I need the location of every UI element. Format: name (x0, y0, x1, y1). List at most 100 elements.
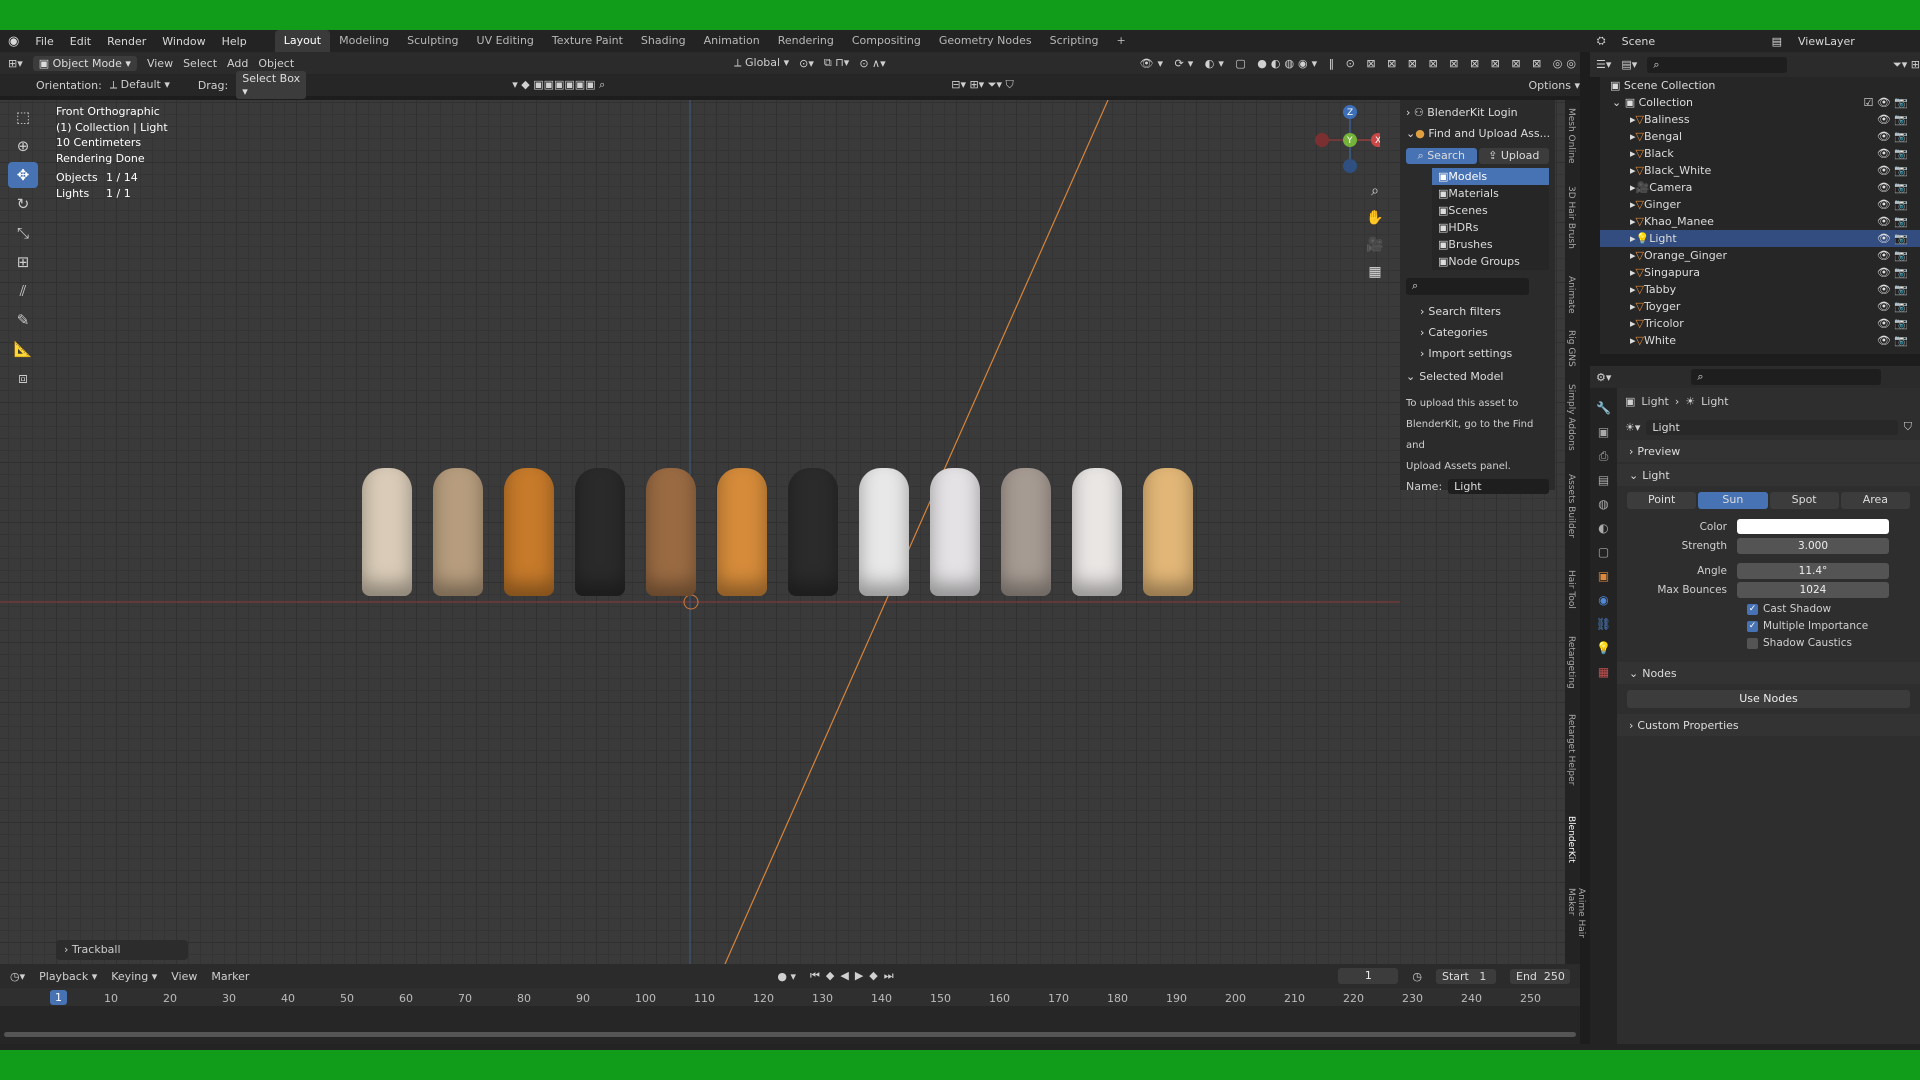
outliner-item-tabby[interactable]: ▸ ▽ Tabby 👁 📷 (1600, 281, 1920, 298)
tab-sculpting[interactable]: Sculpting (398, 30, 467, 52)
render-tab-icon[interactable]: ▣ (1590, 420, 1617, 444)
breadcrumb-object[interactable]: Light (1641, 395, 1668, 408)
visibility-icons[interactable]: 👁 📷 (1877, 317, 1908, 330)
select-mode-icons[interactable]: ▾ ◆ ▣▣▣▣▣▣ ⌕ (512, 78, 605, 92)
cat-model-baliness[interactable] (362, 468, 412, 596)
outliner-item-white[interactable]: ▸ ▽ White 👁 📷 (1600, 332, 1920, 349)
sun-datablock-icon[interactable]: ☀▾ (1625, 421, 1640, 434)
menu-edit[interactable]: Edit (62, 35, 99, 48)
collection-row[interactable]: ⌄ ▣ Collection ☑ 👁 📷 (1600, 94, 1920, 111)
cat-model-white[interactable] (1143, 468, 1193, 596)
menu-help[interactable]: Help (214, 35, 255, 48)
visibility-icons[interactable]: 👁 📷 (1877, 300, 1908, 313)
cat-model-black-white[interactable] (575, 468, 625, 596)
texture-tab-icon[interactable]: ▦ (1590, 660, 1617, 684)
upload-tab[interactable]: ⇪ Upload (1478, 148, 1549, 164)
zoom-icon[interactable]: ⌕ (1364, 178, 1386, 205)
max-bounces-field[interactable]: 1024 (1737, 581, 1889, 598)
annotate-icon[interactable]: ✎ (8, 307, 38, 333)
cat-model-khao-manee[interactable] (717, 468, 767, 596)
strength-field[interactable]: 3.000 (1737, 537, 1889, 554)
use-nodes-button[interactable]: Use Nodes (1627, 690, 1910, 708)
blenderkit-login-row[interactable]: › ⚇ BlenderKit Login (1400, 102, 1555, 123)
search-filters-row[interactable]: › Search filters (1400, 301, 1555, 322)
blender-logo-icon[interactable]: ◉ (0, 34, 27, 49)
tab-animation[interactable]: Animation (695, 30, 769, 52)
visibility-icons[interactable]: 👁 📷 (1877, 215, 1908, 228)
fake-user-icon[interactable]: ⛉ (1904, 420, 1912, 434)
outliner-item-tricolor[interactable]: ▸ ▽ Tricolor 👁 📷 (1600, 315, 1920, 332)
tab-scripting[interactable]: Scripting (1041, 30, 1108, 52)
sidebar-tab-retarget-helper[interactable]: Retarget Helper (1566, 714, 1576, 785)
start-frame-field[interactable]: Start 1 (1436, 968, 1496, 984)
display-mode-icon[interactable]: ▤▾ (1621, 58, 1637, 71)
shadow-caustics-checkbox[interactable]: Shadow Caustics (1747, 635, 1910, 652)
category-hdrs[interactable]: ▣ HDRs (1432, 219, 1549, 236)
light-section[interactable]: ⌄ Light (1617, 464, 1920, 486)
visibility-icons[interactable]: 👁 📷 (1877, 164, 1908, 177)
cat-model-black[interactable] (504, 468, 554, 596)
sidebar-tab-3d-hair-brush[interactable]: 3D Hair Brush (1566, 186, 1576, 249)
rotate-icon[interactable]: ↻ (8, 191, 38, 217)
viewport-menu-select[interactable]: Select (183, 57, 217, 70)
tool-tab-icon[interactable]: 🔧 (1590, 396, 1617, 420)
cat-model-orange-ginger[interactable] (788, 468, 838, 596)
viewport-gizmo-icons[interactable]: 👁▾ ⟳▾ ◐▾ ▢ ●◐◍◉▾ ‖ ⊙ ⊠ ⊠ ⊠ ⊠ ⊠ ⊠ ⊠ ⊠ ⊠ ◎… (1140, 57, 1580, 70)
visibility-icons[interactable]: 👁 📷 (1877, 198, 1908, 211)
timeline-view-menu[interactable]: View (171, 970, 197, 983)
find-upload-row[interactable]: ⌄ ● Find and Upload Ass... (1400, 123, 1555, 144)
outliner-item-orange-ginger[interactable]: ▸ ▽ Orange_Ginger 👁 📷 (1600, 247, 1920, 264)
visibility-icons[interactable]: 👁 📷 (1877, 232, 1908, 245)
scale-icon[interactable]: ⤡ (8, 220, 38, 246)
cat-model-tricolor[interactable] (1072, 468, 1122, 596)
sidebar-tab-blenderkit[interactable]: BlenderKit (1566, 816, 1576, 863)
outliner-search-input[interactable]: ⌕ (1647, 56, 1788, 73)
transform-orientation-dropdown[interactable]: ⟂ Global ▾ (734, 56, 789, 70)
cat-model-bengal[interactable] (433, 468, 483, 596)
visibility-icons[interactable]: 👁 📷 (1877, 181, 1908, 194)
annotate-line-icon[interactable]: ⫽ (8, 278, 38, 304)
sidebar-tab-assets-builder[interactable]: Assets Builder (1566, 474, 1576, 538)
mode-dropdown[interactable]: ▣ Object Mode ▾ (32, 55, 137, 71)
breadcrumb-data[interactable]: Light (1701, 395, 1728, 408)
nodes-section[interactable]: ⌄ Nodes (1617, 662, 1920, 684)
collection-tab-icon[interactable]: ▢ (1590, 540, 1617, 564)
angle-field[interactable]: 11.4° (1737, 562, 1889, 579)
current-frame-field[interactable]: 1 (1338, 968, 1399, 984)
timeline-editor-icon[interactable]: ◷▾ (10, 970, 25, 983)
cast-shadow-checkbox[interactable]: ✓ Cast Shadow (1747, 601, 1910, 618)
drag-dropdown[interactable]: Select Box ▾ (236, 71, 307, 99)
snap-icon[interactable]: ⧉ ⊓▾ (824, 56, 849, 70)
options-dropdown[interactable]: Options ▾ (1529, 79, 1580, 92)
sidebar-tab-rig-gns[interactable]: Rig GNS (1566, 330, 1576, 367)
visibility-icons[interactable]: 👁 📷 (1877, 283, 1908, 296)
tab-layout[interactable]: Layout (274, 30, 331, 52)
world-tab-icon[interactable]: ◐ (1590, 516, 1617, 540)
outliner-item-baliness[interactable]: ▸ ▽ Baliness 👁 📷 (1600, 111, 1920, 128)
pivot-icon[interactable]: ⊙▾ (799, 57, 814, 70)
object-tab-icon[interactable]: ▣ (1590, 564, 1617, 588)
keying-menu[interactable]: Keying ▾ (111, 970, 157, 983)
outliner-editor-icon[interactable]: ☰▾ (1596, 58, 1611, 71)
visibility-icons[interactable]: 👁 📷 (1877, 334, 1908, 347)
category-models[interactable]: ▣ Models (1432, 168, 1549, 185)
camera-view-icon[interactable]: 🎥 (1364, 232, 1386, 259)
playback-menu[interactable]: Playback ▾ (39, 970, 97, 983)
outliner-item-singapura[interactable]: ▸ ▽ Singapura 👁 📷 (1600, 264, 1920, 281)
light-type-point[interactable]: Point (1627, 492, 1697, 509)
outliner-item-toyger[interactable]: ▸ ▽ Toyger 👁 📷 (1600, 298, 1920, 315)
category-materials[interactable]: ▣ Materials (1432, 185, 1549, 202)
sidebar-tab-retargeting[interactable]: Retargeting (1566, 636, 1576, 689)
sidebar-tab-anime-hair-maker[interactable]: Anime Hair Maker (1566, 888, 1586, 964)
visibility-icons[interactable]: 👁 📷 (1877, 113, 1908, 126)
search-tab[interactable]: ⌕ Search (1406, 148, 1477, 164)
properties-editor-icon[interactable]: ⚙▾ (1596, 371, 1611, 384)
light-data-tab-icon[interactable]: 💡 (1590, 636, 1617, 660)
cat-model-ginger[interactable] (646, 468, 696, 596)
cat-model-toyger[interactable] (1001, 468, 1051, 596)
constraints-tab-icon[interactable]: ⛓ (1590, 612, 1617, 636)
orientation-dropdown[interactable]: ⟂ Default ▾ (110, 78, 190, 92)
playback-controls[interactable]: ⏮◆◀▶◆⏭ (810, 969, 900, 983)
physics-tab-icon[interactable]: ◉ (1590, 588, 1617, 612)
outliner-item-ginger[interactable]: ▸ ▽ Ginger 👁 📷 (1600, 196, 1920, 213)
